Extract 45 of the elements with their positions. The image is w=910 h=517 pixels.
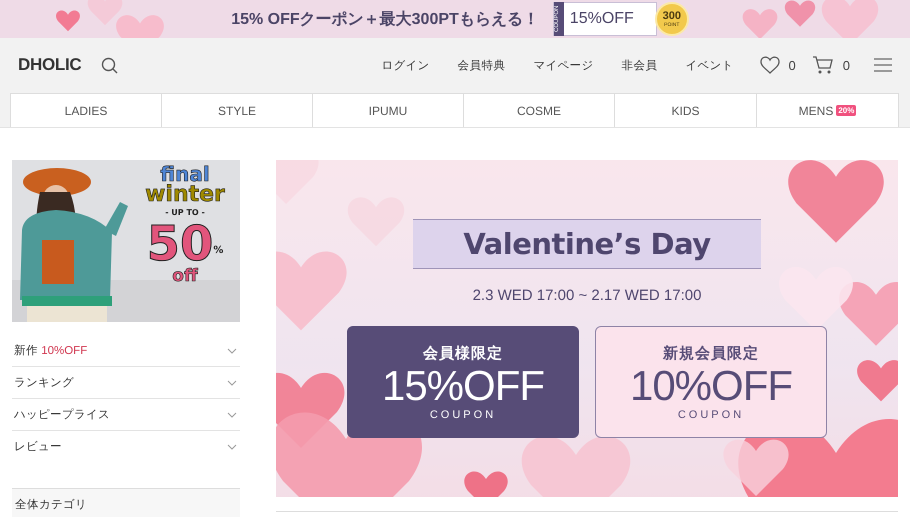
category-tab[interactable]: IPUMU: [312, 94, 463, 127]
chevron-icon[interactable]: [227, 348, 237, 354]
coupon-label: COUPON: [678, 408, 744, 420]
banner-subtitle: - UP TO -: [165, 209, 205, 217]
coupon-card[interactable]: 新規会員限定 10%OFF COUPON: [595, 326, 827, 438]
header-link[interactable]: マイページ: [534, 58, 594, 72]
menu-item[interactable]: ランキング: [14, 375, 74, 390]
coupon-card[interactable]: 会員様限定 15%OFF COUPON: [347, 326, 579, 438]
coupon-heading: 新規会員限定: [663, 344, 759, 362]
category-tab[interactable]: KIDS: [614, 94, 756, 127]
heart-icon[interactable]: [760, 56, 780, 74]
menu-item[interactable]: レビュー: [14, 439, 62, 454]
discount-badge: 20%: [836, 105, 856, 116]
header-link[interactable]: 会員特典: [458, 58, 506, 72]
promo-text: 15% OFFクーポン＋最大300PTもらえる！: [231, 10, 539, 30]
category-label[interactable]: MENS: [798, 104, 834, 118]
discount-number: 50: [146, 220, 214, 268]
search-icon[interactable]: [101, 56, 118, 74]
percent-sign: %: [213, 246, 224, 256]
category-tab[interactable]: STYLE: [161, 94, 312, 127]
coupon-heading: 会員様限定: [423, 344, 503, 362]
banner-title: final: [160, 164, 210, 184]
category-tab[interactable]: COSME: [463, 94, 614, 127]
off-text: off: [172, 268, 198, 285]
category-tab[interactable]: LADIES: [11, 94, 161, 127]
coupon-value: 10%OFF: [630, 362, 792, 408]
event-dates: 2.3 WED 17:00 ~ 2.17 WED 17:00: [472, 287, 702, 304]
header-link[interactable]: 非会員: [622, 58, 658, 72]
menu-icon[interactable]: [874, 58, 892, 72]
logo[interactable]: DHOLIC: [18, 55, 82, 75]
coupon-value: 15%OFF: [382, 362, 544, 408]
coupon-label: COUPON: [430, 408, 496, 420]
banner-title: winter: [145, 184, 225, 206]
chevron-icon[interactable]: [227, 444, 237, 450]
chevron-icon[interactable]: [227, 380, 237, 386]
category-header: 全体カテゴリ: [15, 499, 87, 511]
menu-item[interactable]: ハッピープライス: [14, 407, 110, 422]
wishlist-count: 0: [788, 58, 796, 72]
event-title: Valentine’s Day: [413, 219, 761, 269]
header-link[interactable]: ログイン: [382, 58, 430, 72]
menu-item[interactable]: 新作 10%OFF: [14, 343, 88, 358]
chevron-icon[interactable]: [227, 412, 237, 418]
cart-count: 0: [842, 58, 850, 72]
header-link[interactable]: イベント: [686, 58, 734, 72]
cart-icon[interactable]: [812, 55, 834, 75]
